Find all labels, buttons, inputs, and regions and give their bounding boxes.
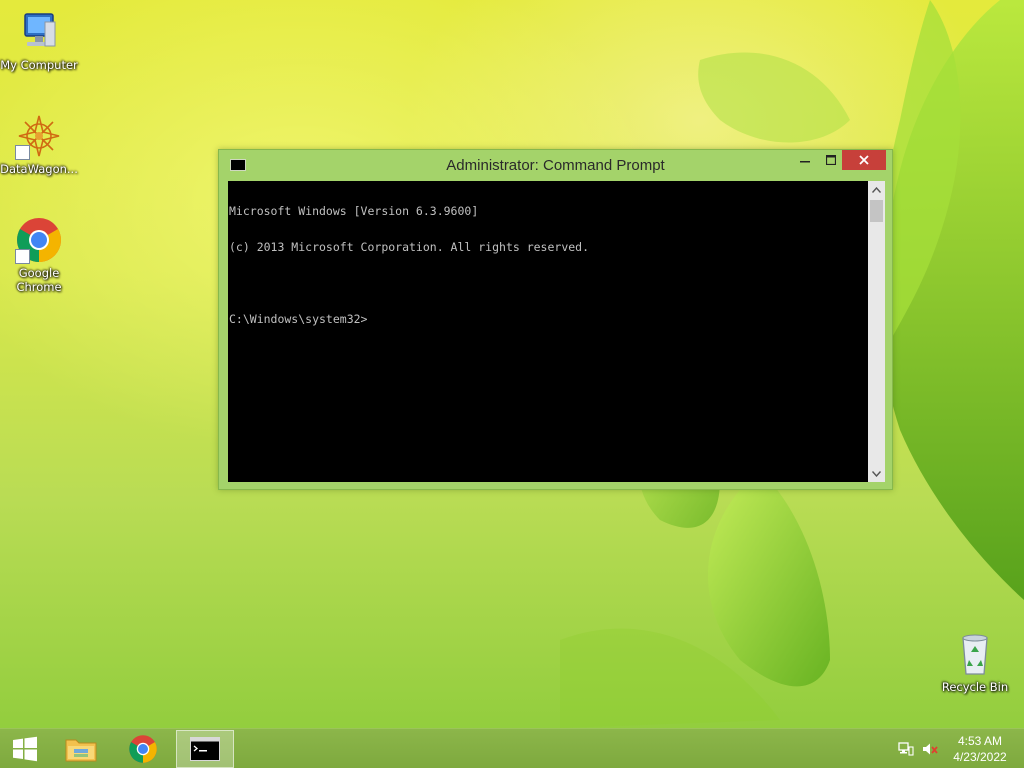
maximize-button[interactable] [818,150,844,170]
close-icon [859,155,869,165]
my-computer-desktop-icon[interactable]: My Computer [0,8,78,72]
minimize-icon [800,161,810,163]
taskbar-clock[interactable]: 4:53 AM 4/23/2022 [948,733,1012,765]
scroll-thumb[interactable] [870,200,883,222]
datawagon-label: DataWagon... [0,162,78,176]
console-line: (c) 2013 Microsoft Corporation. All righ… [229,240,590,254]
shortcut-arrow-icon [15,249,30,264]
console-line: Microsoft Windows [Version 6.3.9600] [229,204,479,218]
console-prompt-line: C:\Windows\system32> [229,312,368,326]
windows-logo-icon [13,736,37,762]
folder-icon [65,739,97,762]
cmd-icon [190,737,220,761]
clock-time: 4:53 AM [957,734,1003,748]
datawagon-desktop-icon[interactable]: DataWagon... [0,112,78,176]
clock-date: 4/23/2022 [953,750,1007,764]
window-titlebar[interactable]: Administrator: Command Prompt [219,150,892,181]
computer-icon [24,13,56,47]
my-computer-label: My Computer [0,58,78,72]
minimize-button[interactable] [792,150,818,170]
shortcut-arrow-icon [15,145,30,160]
file-explorer-button[interactable] [56,730,106,768]
chrome-icon [129,735,157,763]
volume-muted-icon[interactable] [922,742,938,756]
maximize-icon [826,155,836,165]
recycle-bin-label: Recycle Bin [941,680,1009,694]
chrome-taskbar-button[interactable] [118,730,168,768]
recycle-bin-desktop-icon[interactable]: Recycle Bin [936,630,1014,694]
network-icon[interactable] [898,742,914,756]
taskbar: 4:53 AM 4/23/2022 [0,728,1024,768]
google-chrome-label: Google Chrome [16,266,62,294]
desktop: My Computer DataWagon... Google Chrome R… [0,0,1024,768]
recycle-bin-icon [962,634,988,675]
command-prompt-window[interactable]: Administrator: Command Prompt Microsoft … [218,149,893,490]
chevron-down-icon [872,470,881,477]
vertical-scrollbar[interactable] [868,181,885,482]
close-button[interactable] [842,150,886,170]
scroll-down-button[interactable] [868,465,885,482]
start-button[interactable] [0,730,50,768]
google-chrome-desktop-icon[interactable]: Google Chrome [0,216,78,294]
scroll-up-button[interactable] [868,181,885,198]
command-prompt-taskbar-button[interactable] [176,730,234,768]
chevron-up-icon [872,186,881,193]
console-output[interactable]: Microsoft Windows [Version 6.3.9600] (c)… [228,181,868,482]
